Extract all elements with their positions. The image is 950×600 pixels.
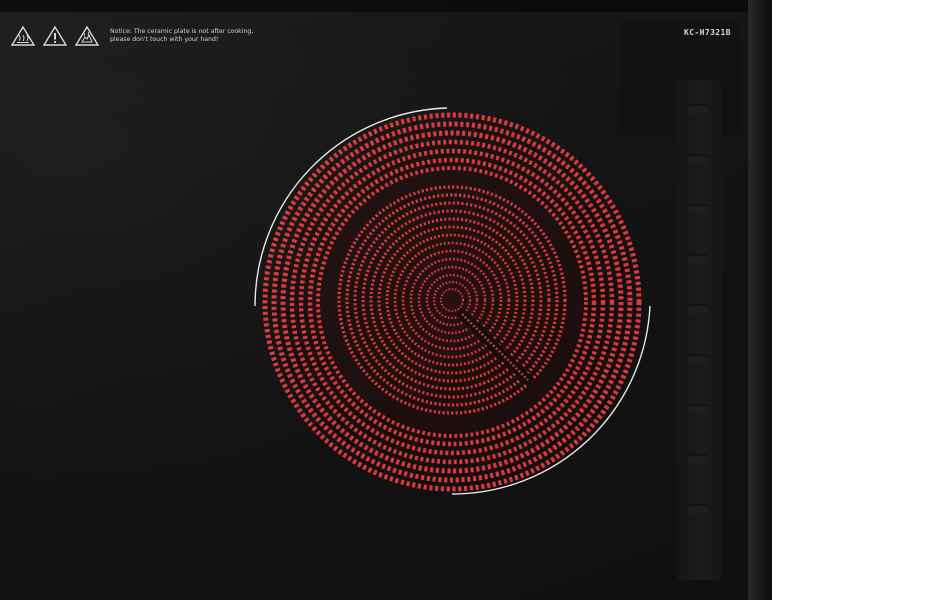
ceramic-cooktop: KC-H7321B Notice: The ceramic plate is n…: [0, 0, 772, 600]
heating-zone: [252, 102, 652, 502]
cooktop-side-frame: [748, 0, 772, 600]
